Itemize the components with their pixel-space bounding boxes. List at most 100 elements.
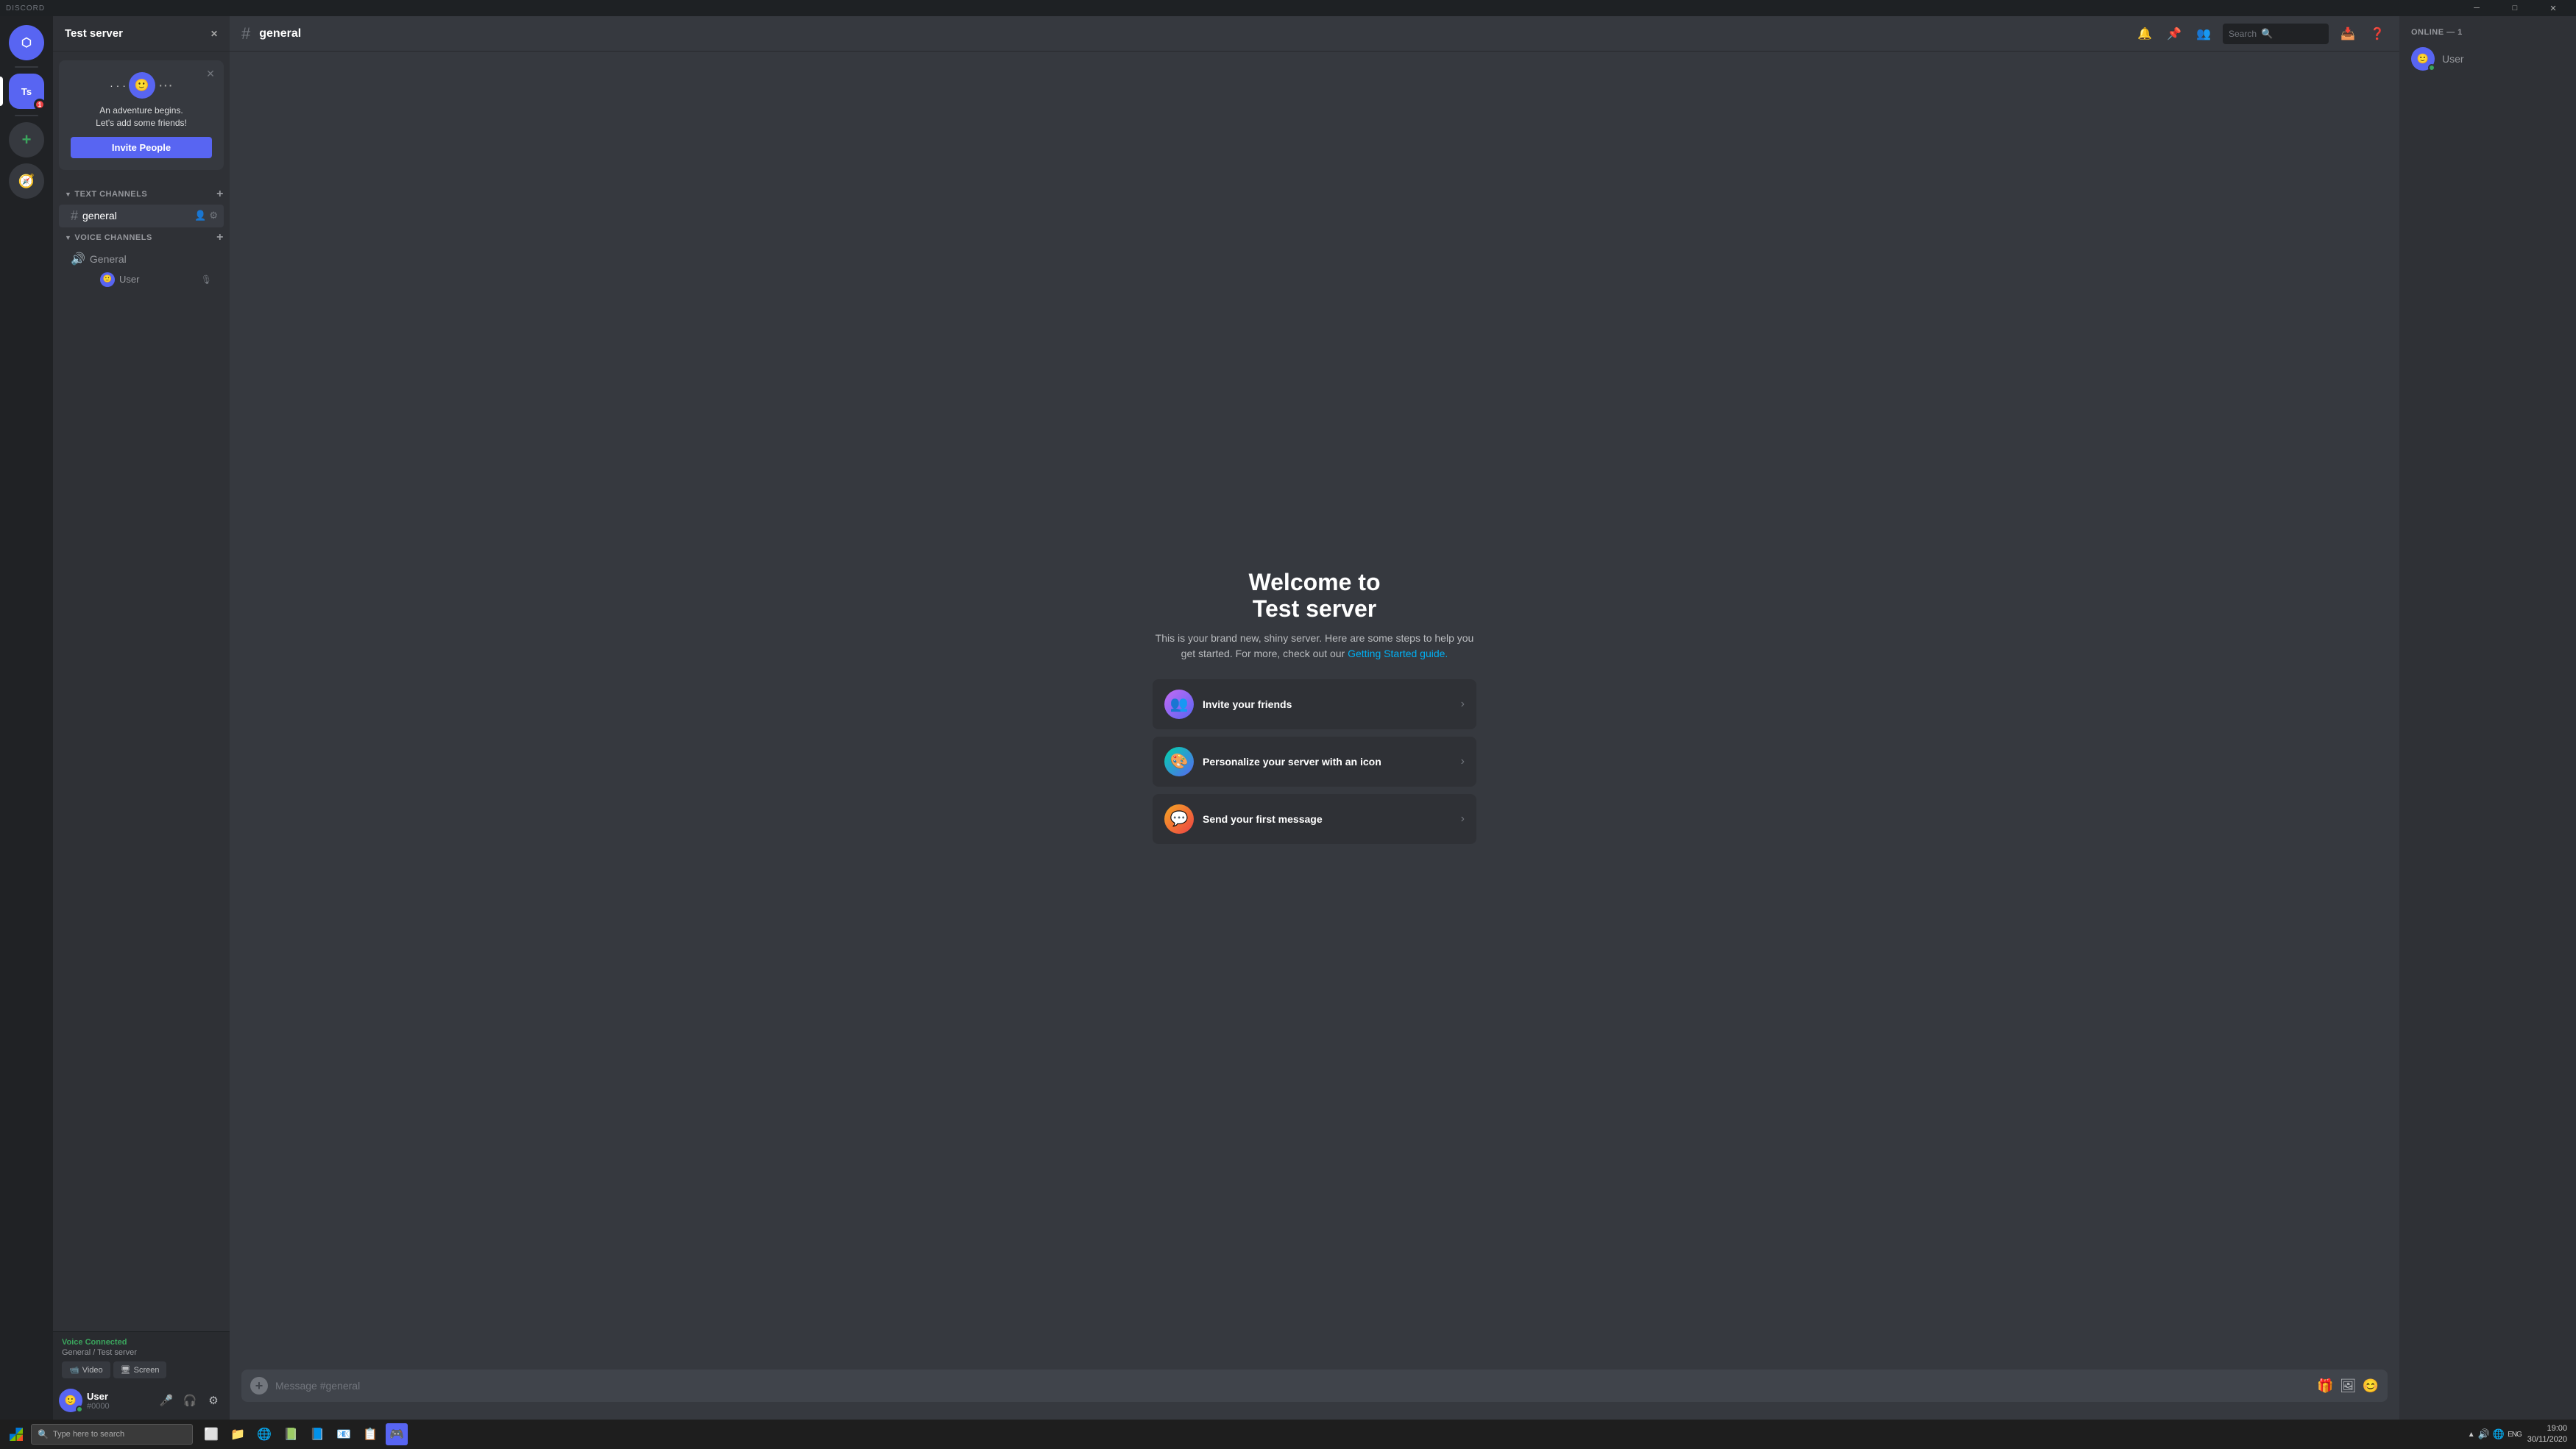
members-icon[interactable]: 👥 bbox=[2193, 24, 2214, 44]
add-server-button[interactable]: + bbox=[9, 122, 44, 157]
voice-user-item[interactable]: 🙂 User 🎙 bbox=[65, 270, 218, 289]
windows-logo-icon bbox=[10, 1428, 23, 1441]
voice-connected-bar: Voice Connected General / Test server 📹 … bbox=[53, 1331, 230, 1381]
invite-friends-icon: 👥 bbox=[1164, 690, 1194, 719]
send-first-message-action[interactable]: 💬 Send your first message › bbox=[1153, 794, 1476, 844]
file-explorer-button[interactable]: 📁 bbox=[227, 1423, 249, 1445]
mute-button[interactable]: 🎤 bbox=[156, 1390, 177, 1411]
search-icon: 🔍 bbox=[38, 1429, 49, 1439]
chrome-button[interactable]: 🌐 bbox=[253, 1423, 275, 1445]
screen-share-button[interactable]: 🖥 Screen bbox=[113, 1361, 167, 1378]
add-member-icon[interactable]: 👤 bbox=[194, 210, 206, 222]
inbox-icon[interactable]: 📥 bbox=[2338, 24, 2358, 44]
task-view-button[interactable]: ⬜ bbox=[200, 1423, 222, 1445]
chevron-right-icon-invite: › bbox=[1461, 698, 1465, 711]
text-channels-chevron: ▼ bbox=[65, 191, 71, 198]
video-button[interactable]: 📹 Video bbox=[62, 1361, 110, 1378]
channel-sidebar: Test server ✕ ✕ · · · 🙂 ··· An adventure… bbox=[53, 16, 230, 1420]
gif-icon[interactable]: 🖼 bbox=[2340, 1378, 2357, 1394]
help-icon[interactable]: ❓ bbox=[2367, 24, 2388, 44]
message-input-box[interactable]: + Message #general 🎁 🖼 😊 bbox=[241, 1370, 2388, 1402]
channel-search-box[interactable]: Search 🔍 bbox=[2223, 24, 2329, 44]
invite-people-button[interactable]: Invite People bbox=[71, 137, 212, 158]
invite-popup-text: An adventure begins. Let's add some frie… bbox=[71, 104, 212, 130]
network-icon[interactable]: 🌐 bbox=[2493, 1428, 2505, 1440]
add-voice-channel-button[interactable]: + bbox=[216, 231, 224, 244]
explore-servers-button[interactable]: 🧭 bbox=[9, 163, 44, 199]
minimize-button[interactable]: ─ bbox=[2460, 0, 2494, 16]
pin-icon[interactable]: 📌 bbox=[2164, 24, 2184, 44]
member-status-dot bbox=[2428, 64, 2435, 71]
text-channels-header[interactable]: ▼ TEXT CHANNELS + bbox=[53, 185, 230, 204]
taskbar: 🔍 Type here to search ⬜ 📁 🌐 📗 📘 📧 📋 🎮 ▲ … bbox=[0, 1420, 2576, 1449]
personalize-icon: 🎨 bbox=[1164, 747, 1194, 776]
welcome-title: Welcome to Test server bbox=[1153, 570, 1476, 621]
send-message-text: Send your first message bbox=[1203, 813, 1452, 825]
show-hidden-icons-button[interactable]: ▲ bbox=[2468, 1431, 2475, 1439]
gift-icon[interactable]: 🎁 bbox=[2317, 1378, 2333, 1394]
chat-area: Welcome to Test server This is your bran… bbox=[230, 52, 2399, 1370]
active-server-indicator bbox=[0, 77, 3, 106]
taskbar-app-icons: ⬜ 📁 🌐 📗 📘 📧 📋 🎮 bbox=[200, 1423, 408, 1445]
notification-bell-icon[interactable]: 🔔 bbox=[2134, 24, 2155, 44]
app-name: DISCORD bbox=[6, 4, 45, 13]
voice-user-avatar: 🙂 bbox=[100, 272, 115, 287]
channel-search-placeholder: Search bbox=[2229, 29, 2257, 39]
taskbar-search-placeholder: Type here to search bbox=[53, 1430, 124, 1439]
invite-popup: ✕ · · · 🙂 ··· An adventure begins. Let's… bbox=[59, 60, 224, 170]
deafen-button[interactable]: 🎧 bbox=[180, 1390, 200, 1411]
teams-button[interactable]: 📋 bbox=[359, 1423, 381, 1445]
personalize-server-action[interactable]: 🎨 Personalize your server with an icon › bbox=[1153, 737, 1476, 787]
user-info: User #0000 bbox=[87, 1391, 152, 1411]
close-button[interactable]: ✕ bbox=[2536, 0, 2570, 16]
server-sidebar-divider bbox=[15, 66, 38, 68]
add-text-channel-button[interactable]: + bbox=[216, 188, 224, 201]
voice-connected-status: Voice Connected bbox=[62, 1338, 221, 1347]
member-sidebar: ONLINE — 1 🙂 User bbox=[2399, 16, 2576, 1420]
user-area: 🙂 User #0000 🎤 🎧 ⚙ bbox=[53, 1381, 230, 1420]
excel-button[interactable]: 📗 bbox=[280, 1423, 302, 1445]
voice-channel-main-general[interactable]: 🔊 General bbox=[59, 248, 224, 270]
invite-emoji-area: · · · 🙂 ··· bbox=[71, 72, 212, 99]
language-icon[interactable]: ENG bbox=[2508, 1431, 2522, 1439]
getting-started-link[interactable]: Getting Started guide. bbox=[1348, 648, 1448, 659]
emoji-icon[interactable]: 😊 bbox=[2363, 1378, 2379, 1394]
maximize-button[interactable]: □ bbox=[2498, 0, 2532, 16]
chevron-down-icon: ✕ bbox=[210, 29, 218, 39]
voice-connected-channel: General / Test server bbox=[62, 1348, 221, 1357]
personalize-text: Personalize your server with an icon bbox=[1203, 756, 1452, 768]
user-settings-button[interactable]: ⚙ bbox=[203, 1390, 224, 1411]
speaker-volume-icon[interactable]: 🔊 bbox=[2478, 1428, 2490, 1440]
main-content: # general 🔔 📌 👥 Search 🔍 📥 ❓ Welcome to bbox=[230, 16, 2399, 1420]
invite-popup-close-button[interactable]: ✕ bbox=[203, 66, 218, 81]
settings-icon[interactable]: ⚙ bbox=[209, 210, 218, 222]
invite-friends-action[interactable]: 👥 Invite your friends › bbox=[1153, 679, 1476, 729]
hash-icon: # bbox=[71, 208, 78, 224]
taskbar-clock[interactable]: 19:00 30/11/2020 bbox=[2527, 1423, 2567, 1446]
outlook-button[interactable]: 📧 bbox=[333, 1423, 355, 1445]
voice-controls-row: 📹 Video 🖥 Screen bbox=[62, 1361, 221, 1378]
server-header[interactable]: Test server ✕ bbox=[53, 16, 230, 52]
system-tray-icons: ▲ 🔊 🌐 ENG bbox=[2468, 1428, 2522, 1440]
start-button[interactable] bbox=[4, 1423, 28, 1446]
taskbar-search-box[interactable]: 🔍 Type here to search bbox=[31, 1424, 193, 1445]
voice-channels-chevron: ▼ bbox=[65, 234, 71, 241]
username: User bbox=[87, 1391, 152, 1402]
server-icon-test-server[interactable]: Ts 1 bbox=[9, 74, 44, 109]
member-item-user[interactable]: 🙂 User bbox=[2405, 43, 2570, 75]
member-avatar-user: 🙂 bbox=[2411, 47, 2435, 71]
title-bar: DISCORD ─ □ ✕ bbox=[0, 0, 2576, 16]
message-tools: 🎁 🖼 😊 bbox=[2317, 1378, 2379, 1394]
speaker-icon: 🔊 bbox=[71, 252, 85, 266]
member-name-user: User bbox=[2442, 53, 2464, 65]
invite-friends-text: Invite your friends bbox=[1203, 698, 1452, 710]
channel-hash-icon: # bbox=[241, 24, 250, 43]
message-input[interactable]: Message #general bbox=[275, 1380, 2310, 1392]
channel-item-general[interactable]: # general 👤 ⚙ bbox=[59, 205, 224, 227]
discord-home-icon[interactable]: ⬡ bbox=[9, 25, 44, 60]
word-button[interactable]: 📘 bbox=[306, 1423, 328, 1445]
user-avatar[interactable]: 🙂 bbox=[59, 1389, 82, 1412]
add-attachment-button[interactable]: + bbox=[250, 1377, 268, 1395]
voice-channels-header[interactable]: ▼ VOICE CHANNELS + bbox=[53, 228, 230, 247]
discord-taskbar-button[interactable]: 🎮 bbox=[386, 1423, 408, 1445]
